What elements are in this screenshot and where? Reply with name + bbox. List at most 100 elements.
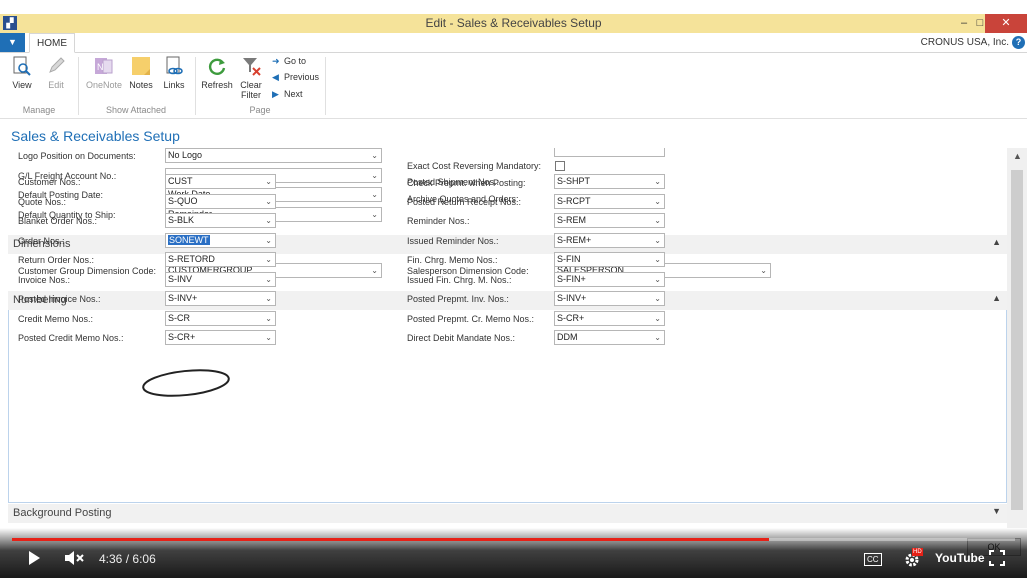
chevron-down-icon[interactable]: ⌄ — [265, 214, 272, 227]
vertical-scrollbar[interactable]: ▲ — [1007, 148, 1027, 528]
num-right-field[interactable]: S-CR+ ⌄ — [554, 310, 665, 326]
play-icon[interactable] — [26, 550, 42, 569]
tab-home[interactable]: HOME — [29, 33, 75, 53]
num-right-field[interactable]: DDM ⌄ — [554, 330, 665, 345]
onenote-label: OneNote — [85, 80, 123, 90]
chevron-down-icon[interactable]: ⌄ — [654, 273, 661, 286]
next-button[interactable]: ▶ Next — [272, 89, 303, 100]
links-button[interactable]: Links — [157, 55, 191, 90]
clear-filter-button[interactable]: Clear Filter — [234, 55, 268, 100]
chevron-down-icon[interactable]: ⌄ — [265, 312, 272, 325]
help-icon[interactable]: ? — [1012, 36, 1025, 49]
field-value: S-REM — [557, 215, 586, 225]
field-value: S-FIN+ — [557, 273, 586, 284]
chevron-down-icon[interactable]: ⌄ — [654, 175, 661, 188]
num-right-field[interactable]: S-REM ⌄ — [554, 213, 665, 228]
num-right-field[interactable]: S-FIN+ ⌄ — [554, 271, 665, 287]
num-left-field[interactable]: S-INV ⌄ — [165, 271, 276, 287]
chevron-down-icon[interactable]: ⌄ — [265, 195, 272, 208]
annotation-ellipse — [142, 369, 230, 397]
chevron-down-icon[interactable]: ⌄ — [654, 195, 661, 208]
fasttab-title: Background Posting — [13, 507, 112, 519]
num-right-field[interactable]: S-SHPT ⌄ — [554, 174, 665, 189]
ribbon-separator — [78, 57, 79, 115]
chevron-down-icon[interactable]: ⌄ — [265, 234, 272, 247]
num-left-field[interactable]: S-QUO ⌄ — [165, 193, 276, 209]
minimize-button[interactable]: – — [955, 14, 973, 33]
edit-icon — [45, 55, 67, 77]
company-name[interactable]: CRONUS USA, Inc. — [921, 37, 1009, 48]
logo-position-field[interactable]: No Logo ⌄ — [165, 148, 382, 163]
exact-cost-reversing-checkbox[interactable] — [555, 161, 565, 171]
captions-button[interactable]: CC — [864, 553, 882, 566]
notes-button[interactable]: Notes — [124, 55, 158, 90]
onenote-icon: N — [93, 55, 115, 77]
scroll-up-icon[interactable]: ▲ — [1013, 151, 1022, 161]
chevron-down-icon[interactable]: ⌄ — [265, 292, 272, 305]
goto-button[interactable]: ➜ Go to — [272, 56, 306, 67]
chevron-down-icon[interactable]: ⌄ — [654, 253, 661, 266]
num-left-label: Order Nos.: — [18, 235, 65, 246]
num-right-label: Issued Fin. Chrg. M. Nos.: — [407, 274, 512, 285]
chevron-down-icon[interactable]: ⌄ — [265, 331, 272, 344]
chevron-down-icon[interactable]: ⌄ — [760, 264, 767, 277]
group-show-attached-label: Show Attached — [105, 105, 167, 115]
chevron-down-icon[interactable]: ⌄ — [371, 264, 378, 277]
chevron-down-icon[interactable]: ⌄ — [265, 273, 272, 286]
num-right-field[interactable]: S-FIN ⌄ — [554, 252, 665, 267]
notes-icon — [130, 55, 152, 77]
chevron-down-icon[interactable]: ▼ — [992, 506, 1001, 516]
general-label: Logo Position on Documents: — [18, 151, 136, 161]
onenote-button[interactable]: N OneNote — [84, 55, 124, 90]
video-progress-bar[interactable] — [12, 538, 1015, 541]
links-icon — [163, 55, 185, 77]
chevron-down-icon[interactable]: ⌄ — [371, 149, 378, 162]
num-left-field[interactable]: CUST ⌄ — [165, 174, 276, 189]
num-left-field[interactable]: S-CR ⌄ — [165, 310, 276, 326]
chevron-down-icon[interactable]: ⌄ — [265, 253, 272, 266]
num-left-label: Quote Nos.: — [18, 196, 67, 207]
file-menu-button[interactable]: ▼ — [0, 33, 25, 52]
time-separator: / — [125, 552, 130, 566]
view-button[interactable]: View — [5, 55, 39, 90]
num-right-field[interactable]: S-INV+ ⌄ — [554, 291, 665, 306]
chevron-down-icon[interactable]: ⌄ — [371, 208, 378, 221]
fasttab-background-posting[interactable]: Background Posting ▼ — [8, 504, 1007, 523]
fasttab-dimensions[interactable]: Dimensions ▲ — [8, 235, 1007, 254]
chevron-down-icon[interactable]: ⌄ — [371, 188, 378, 201]
chevron-down-icon[interactable]: ⌄ — [654, 312, 661, 325]
field-value: S-INV — [168, 273, 193, 284]
group-page-label: Page — [249, 105, 271, 115]
chevron-up-icon[interactable]: ▲ — [992, 293, 1001, 303]
scroll-thumb[interactable] — [1011, 170, 1023, 510]
refresh-button[interactable]: Refresh — [200, 55, 234, 90]
checkbox-label: Exact Cost Reversing Mandatory: — [407, 161, 542, 171]
mute-icon[interactable] — [64, 550, 86, 569]
chevron-down-icon[interactable]: ⌄ — [654, 292, 661, 305]
previous-button[interactable]: ◀ Previous — [272, 72, 319, 83]
chevron-up-icon[interactable]: ▲ — [992, 237, 1001, 247]
num-left-field[interactable]: SONEWT ⌄ — [165, 232, 276, 248]
screen: ▞ Edit - Sales & Receivables Setup – □ ✕… — [0, 0, 1027, 578]
num-left-field[interactable]: S-BLK ⌄ — [165, 213, 276, 228]
chevron-down-icon[interactable]: ⌄ — [654, 234, 661, 247]
num-left-field[interactable]: S-CR+ ⌄ — [165, 330, 276, 345]
edit-button[interactable]: Edit — [39, 55, 73, 90]
chevron-down-icon[interactable]: ⌄ — [265, 175, 272, 188]
chevron-down-icon[interactable]: ⌄ — [654, 214, 661, 227]
clear-filter-label: Clear Filter — [240, 80, 262, 100]
num-right-field[interactable]: S-RCPT ⌄ — [554, 193, 665, 209]
chevron-down-icon[interactable]: ⌄ — [654, 331, 661, 344]
num-right-field[interactable]: S-REM+ ⌄ — [554, 232, 665, 248]
num-left-field[interactable]: S-RETORD ⌄ — [165, 252, 276, 267]
chevron-down-icon[interactable]: ⌄ — [371, 169, 378, 182]
num-left-label: Invoice Nos.: — [18, 274, 71, 285]
num-left-field[interactable]: S-INV+ ⌄ — [165, 291, 276, 306]
field-value: CUST — [168, 176, 193, 186]
next-arrow-icon: ▶ — [272, 89, 279, 99]
fullscreen-icon[interactable] — [989, 550, 1005, 569]
links-label: Links — [163, 80, 185, 90]
youtube-logo[interactable]: YouTube — [935, 551, 985, 565]
general-right-field-cut[interactable] — [554, 148, 665, 157]
close-button[interactable]: ✕ — [985, 14, 1027, 33]
